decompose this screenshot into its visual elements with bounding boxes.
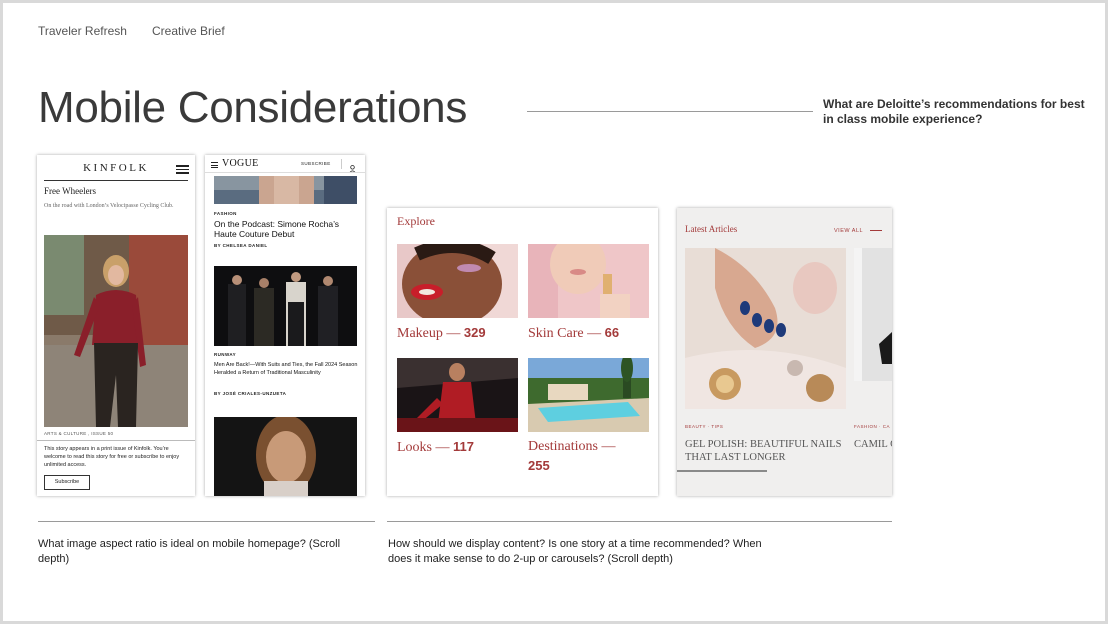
user-icon[interactable] (349, 160, 356, 174)
kinfolk-paywall-note: This story appears in a print issue of K… (44, 446, 180, 468)
skin-care-label[interactable]: Skin Care — 66 (528, 323, 619, 343)
left-question-divider (38, 521, 375, 522)
vogue-headline-2[interactable]: Men Are Back!—With Suits and Ties, the F… (214, 361, 360, 377)
title-divider (527, 111, 813, 112)
article-tag: BEAUTY · TIPS (685, 424, 724, 429)
kinfolk-subhead: On the road with London’s Velocipasse Cy… (44, 203, 174, 209)
kinfolk-header-rule (44, 180, 188, 181)
article-headline[interactable]: GEL POLISH: BEAUTIFUL NAILS THAT LAST LO… (685, 438, 850, 464)
kinfolk-divider (37, 440, 195, 441)
explore-mobile-screenshot: Explore Makeup — 329 Skin Care — 66 Look… (387, 208, 658, 496)
subscribe-button[interactable]: Subscribe (44, 475, 90, 490)
vogue-mobile-screenshot: VOGUE SUBSCRIBE FASHION On the Podcast: … (205, 155, 365, 496)
destinations-label[interactable]: Destinations — 255 (528, 437, 653, 476)
kinfolk-hero-image (44, 235, 188, 427)
carousel-scrollbar[interactable] (677, 470, 767, 472)
slide: Traveler Refresh Creative Brief Mobile C… (3, 3, 1105, 621)
kinfolk-mobile-screenshot: KINFOLK Free Wheelers On the road with L… (37, 155, 195, 496)
kinfolk-tag: ARTS & CULTURE , ISSUE 50 (44, 431, 114, 436)
vogue-category-2: RUNWAY (214, 352, 236, 357)
header-separator (341, 159, 342, 169)
destinations-tile-image[interactable] (528, 358, 649, 432)
latest-articles-heading: Latest Articles (685, 224, 738, 234)
vogue-byline-2: BY JOSÉ CRIALES-UNZUETA (214, 391, 287, 396)
hamburger-menu-icon[interactable] (211, 162, 218, 170)
arrow-right-icon[interactable] (870, 230, 882, 231)
question-aspect-ratio: What image aspect ratio is ideal on mobi… (38, 538, 341, 565)
vogue-story-image-2 (214, 266, 357, 346)
vogue-headline-1[interactable]: On the Podcast: Simone Rocha’s Haute Cou… (214, 219, 362, 239)
vogue-subscribe-link[interactable]: SUBSCRIBE (301, 161, 331, 166)
next-article-image[interactable] (854, 248, 892, 381)
looks-label[interactable]: Looks — 117 (397, 437, 474, 457)
looks-name: Looks — (397, 440, 450, 455)
destinations-name: Destinations — (528, 439, 616, 454)
skin-care-count: 66 (604, 325, 620, 340)
vogue-story-image-3 (214, 417, 357, 496)
kinfolk-logo: KINFOLK (83, 162, 149, 174)
next-article-headline[interactable]: CAMIL COLLE (854, 438, 892, 451)
right-question-divider (387, 521, 892, 522)
makeup-tile-image[interactable] (397, 244, 518, 318)
skin-care-tile-image[interactable] (528, 244, 649, 318)
makeup-count: 329 (463, 325, 486, 340)
makeup-label[interactable]: Makeup — 329 (397, 323, 486, 343)
destinations-count: 255 (528, 458, 550, 473)
latest-articles-mobile-screenshot: Latest Articles VIEW ALL BEAUTY · TIPS F… (677, 208, 892, 496)
hamburger-menu-icon[interactable] (176, 165, 189, 176)
vogue-category-1: FASHION (214, 211, 237, 216)
next-article-tag: FASHION · CA (854, 424, 891, 429)
view-all-link[interactable]: VIEW ALL (834, 228, 863, 234)
question-display-content: How should we display content? Is one st… (388, 538, 762, 565)
breadcrumb-creative-brief: Creative Brief (152, 24, 225, 38)
kinfolk-headline: Free Wheelers (44, 186, 97, 196)
vogue-logo: VOGUE (222, 158, 259, 169)
explore-heading: Explore (397, 214, 435, 228)
looks-tile-image[interactable] (397, 358, 518, 432)
page-title: Mobile Considerations (38, 83, 468, 132)
skin-care-name: Skin Care — (528, 326, 602, 341)
looks-count: 117 (453, 439, 474, 454)
makeup-name: Makeup — (397, 326, 461, 341)
vogue-story-image-1 (214, 176, 357, 204)
gel-polish-article-image[interactable] (685, 248, 846, 409)
vogue-byline-1: BY CHELSEA DANIEL (214, 243, 268, 248)
breadcrumb-traveler-refresh: Traveler Refresh (38, 24, 127, 38)
vogue-header-rule (205, 172, 365, 173)
question-recommendations: What are Deloitte’s recommendations for … (823, 97, 1085, 126)
